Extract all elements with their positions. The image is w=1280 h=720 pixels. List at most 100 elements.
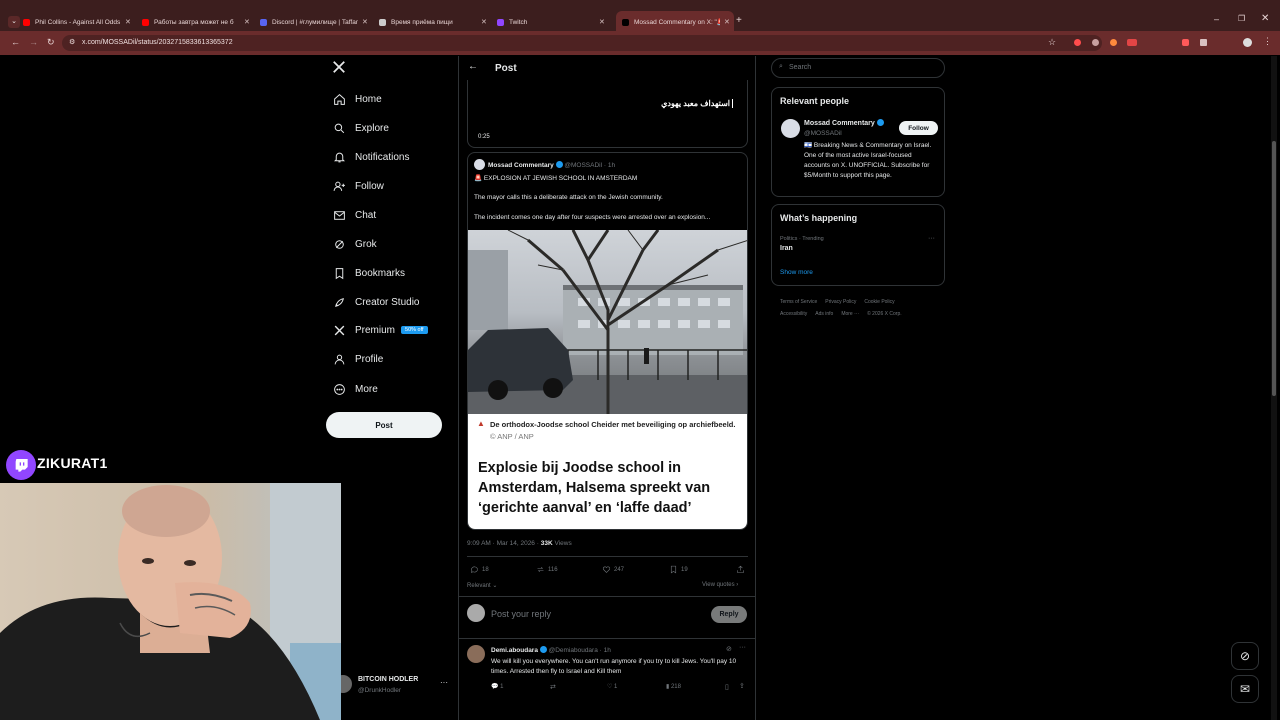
tab-close-icon[interactable]: ✕ <box>724 18 730 26</box>
grok-float-button[interactable]: ⊘ <box>1231 642 1259 670</box>
search-box[interactable]: ⌕ Search <box>771 58 945 78</box>
reply-post[interactable]: Demi.aboudara @Demiaboudara · 1h ⊘ ··· W… <box>458 640 756 700</box>
extension-icon-3[interactable] <box>1110 39 1117 46</box>
footer-link[interactable]: Privacy Policy <box>825 299 856 305</box>
back-arrow-icon[interactable]: ← <box>468 61 478 72</box>
extensions-puzzle-icon[interactable] <box>1200 39 1207 46</box>
url-field[interactable]: x.com/MOSSADil/status/203271583361336537… <box>62 35 1102 51</box>
footer-link[interactable]: Accessibility <box>780 311 807 317</box>
reply-bookmark-icon[interactable]: ▯ <box>725 683 729 691</box>
home-icon <box>332 92 346 106</box>
sort-dropdown[interactable]: Relevant ⌄ <box>467 582 497 589</box>
sidebar-item-grok[interactable]: Grok <box>332 233 377 255</box>
view-quotes-link[interactable]: View quotes › <box>702 582 738 588</box>
sidebar-item-home[interactable]: Home <box>332 88 382 110</box>
like-action[interactable]: 247 <box>602 565 624 574</box>
profile-avatar-icon[interactable] <box>1243 38 1252 47</box>
bookmark-star-icon[interactable]: ☆ <box>1048 37 1056 48</box>
tab-close-icon[interactable]: ✕ <box>599 18 605 26</box>
person-name[interactable]: Mossad Commentary <box>804 120 875 127</box>
reply-input[interactable]: Post your reply <box>491 609 551 619</box>
browser-tab[interactable]: Mossad Commentary on X: "🚨 ✕ <box>616 11 734 33</box>
browser-menu-icon[interactable]: ⋮ <box>1263 36 1272 47</box>
footer-link[interactable]: Ads info <box>815 311 833 317</box>
back-icon[interactable]: ← <box>11 37 20 47</box>
article-card[interactable]: De orthodox-Joodse school Cheider met be… <box>468 414 747 529</box>
bookmark-action[interactable]: 19 <box>669 565 688 574</box>
tab-close-icon[interactable]: ✕ <box>362 18 368 26</box>
footer-link[interactable]: Cookie Policy <box>864 299 894 305</box>
reload-icon[interactable]: ↻ <box>47 37 55 48</box>
show-more-link[interactable]: Show more <box>780 269 813 276</box>
browser-tab[interactable]: Работы завтра может не б ✕ <box>142 13 257 31</box>
extension-icon-4[interactable] <box>1127 39 1137 46</box>
search-icon: ⌕ <box>779 63 783 70</box>
browser-tab[interactable]: Twitch ✕ <box>497 13 612 31</box>
extension-icon-1[interactable] <box>1074 39 1081 46</box>
twitch-logo-icon <box>6 450 36 480</box>
minimize-button[interactable]: – <box>1214 14 1219 24</box>
forward-icon[interactable]: → <box>29 37 38 47</box>
extension-icon-2[interactable] <box>1092 39 1099 46</box>
browser-tab[interactable]: Время приёма пищи ✕ <box>379 13 494 31</box>
stream-channel-name: ZIKURAT1 <box>37 455 108 471</box>
messages-float-button[interactable]: ✉ <box>1231 675 1259 703</box>
news-photo[interactable] <box>468 230 747 414</box>
browser-tab[interactable]: Discord | #глумилище | Taffam ✕ <box>260 13 375 31</box>
tab-close-icon[interactable]: ✕ <box>125 18 131 26</box>
sidebar-item-profile[interactable]: Profile <box>332 348 383 370</box>
video-time: 0:25 <box>478 134 490 140</box>
reply-handle: @Demiaboudara <box>548 647 598 654</box>
reply-author-avatar <box>467 645 485 663</box>
reply-views-action[interactable]: ▮ 218 <box>666 683 681 690</box>
sidebar-item-follow[interactable]: Follow <box>332 175 384 197</box>
follow-button[interactable]: Follow <box>899 121 938 135</box>
reply-reply-action[interactable]: 💬 1 <box>491 683 503 690</box>
page-scrollbar[interactable] <box>1271 56 1277 720</box>
sidebar-item-explore[interactable]: Explore <box>332 117 389 139</box>
reply-more-icon[interactable]: ··· <box>739 644 746 651</box>
footer-link[interactable]: More ··· <box>841 311 859 317</box>
grok-icon[interactable]: ⊘ <box>726 645 732 653</box>
post-button[interactable]: Post <box>326 412 442 438</box>
tab-favicon-icon <box>23 18 30 26</box>
scrollbar-thumb[interactable] <box>1272 141 1276 396</box>
quoted-post[interactable]: Mossad Commentary @MOSSADil · 1h 🚨 EXPLO… <box>467 152 748 530</box>
tab-close-icon[interactable]: ✕ <box>244 18 250 26</box>
share-action[interactable] <box>736 565 748 574</box>
tab-search-button[interactable]: ⌄ <box>8 16 20 28</box>
reply-action[interactable]: 18 <box>470 565 489 574</box>
browser-tab[interactable]: Phil Collins - Against All Odds (✕ <box>23 13 138 31</box>
video-player[interactable]: استهداف معبد يهودي 0:25 <box>467 80 748 148</box>
reply-button[interactable]: Reply <box>711 606 747 623</box>
sidebar-item-more[interactable]: More <box>332 378 378 400</box>
restore-button[interactable]: ❐ <box>1238 14 1245 23</box>
new-tab-button[interactable]: + <box>736 15 742 26</box>
tab-favicon-icon <box>622 18 629 26</box>
tab-close-icon[interactable]: ✕ <box>481 18 487 26</box>
reply-share-icon[interactable]: ⇪ <box>739 682 745 690</box>
x-logo-icon[interactable] <box>332 60 346 76</box>
more-circle-icon <box>332 382 346 396</box>
footer-link[interactable]: © 2026 X Corp. <box>867 311 902 317</box>
trend-name[interactable]: Iran <box>780 245 793 252</box>
sidebar-item-premium[interactable]: Premium 50% off <box>332 319 428 341</box>
bookmark-icon <box>332 266 346 280</box>
reply-repost-action[interactable]: ⇄ <box>550 683 556 691</box>
extension-icon-5[interactable] <box>1182 39 1189 46</box>
add-person-icon <box>332 179 346 193</box>
site-info-icon[interactable]: ⚙ <box>69 38 75 46</box>
sidebar-item-bookmarks[interactable]: Bookmarks <box>332 262 405 284</box>
person-avatar[interactable] <box>781 119 800 138</box>
happening-title: What’s happening <box>780 213 858 223</box>
footer-link[interactable]: Terms of Service <box>780 299 817 305</box>
close-window-button[interactable]: ✕ <box>1261 13 1269 24</box>
sidebar-item-notifications[interactable]: Notifications <box>332 146 409 168</box>
sidebar-item-creator-studio[interactable]: Creator Studio <box>332 291 419 313</box>
repost-action[interactable]: 116 <box>536 565 558 574</box>
reply-like-action[interactable]: ♡ 1 <box>607 683 617 690</box>
account-switcher[interactable]: BITCOIN HODLER @DrunkHodler ··· <box>330 672 454 702</box>
sidebar-item-chat[interactable]: Chat <box>332 204 376 226</box>
trend-more-icon[interactable]: ··· <box>928 235 935 242</box>
person-verified-icon <box>876 119 884 126</box>
